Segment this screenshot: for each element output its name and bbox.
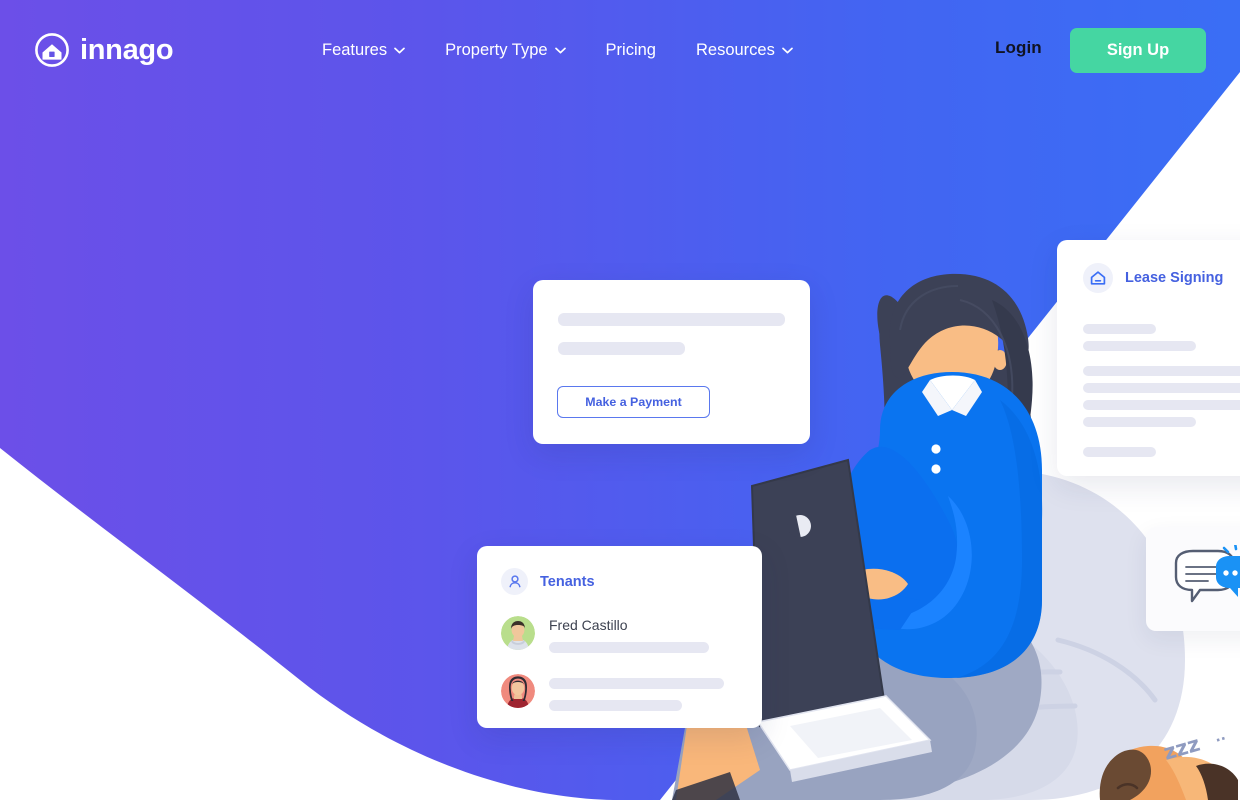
chevron-down-icon xyxy=(782,47,793,53)
table-row[interactable] xyxy=(501,674,724,711)
table-row[interactable]: Fred Castillo xyxy=(501,616,709,653)
main-nav: Features Property Type Pricing Resources xyxy=(322,36,793,64)
person-icon xyxy=(501,568,528,595)
nav-item-pricing[interactable]: Pricing xyxy=(606,36,656,64)
placeholder-line xyxy=(1083,383,1240,393)
placeholder-line xyxy=(558,342,685,355)
placeholder-line xyxy=(549,678,724,689)
site-header: innago Features Property Type Pricing Re… xyxy=(0,0,1240,100)
svg-text:..: .. xyxy=(1213,728,1228,746)
login-link[interactable]: Login xyxy=(995,38,1042,58)
tenants-title: Tenants xyxy=(540,573,595,590)
nav-label-features: Features xyxy=(322,41,388,59)
lease-card-header: Lease Signing xyxy=(1083,263,1223,293)
logo[interactable]: innago xyxy=(34,32,174,68)
placeholder-line xyxy=(1083,447,1156,457)
nav-item-resources[interactable]: Resources xyxy=(696,36,793,64)
lease-signing-card: Lease Signing xyxy=(1057,240,1240,476)
tenant-name: Fred Castillo xyxy=(549,617,628,633)
make-a-payment-button[interactable]: Make a Payment xyxy=(557,386,710,418)
nav-label-pricing: Pricing xyxy=(605,41,656,59)
nav-item-features[interactable]: Features xyxy=(322,36,405,64)
tenants-card-header: Tenants xyxy=(501,568,595,595)
nav-label-property-type: Property Type xyxy=(445,41,548,59)
logo-text: innago xyxy=(80,33,174,66)
chevron-down-icon xyxy=(394,47,405,53)
placeholder-line xyxy=(1083,417,1196,427)
chevron-down-icon xyxy=(554,47,566,53)
sign-up-button[interactable]: Sign Up xyxy=(1070,28,1206,73)
placeholder-line xyxy=(1083,324,1156,334)
nav-item-property-type[interactable]: Property Type xyxy=(445,36,566,64)
messaging-card xyxy=(1146,527,1240,631)
placeholder-line xyxy=(549,700,682,711)
payment-card: Make a Payment xyxy=(533,280,810,444)
landing-page: zzz .. innago Features Property Type Pri… xyxy=(0,0,1240,800)
placeholder-line xyxy=(1083,341,1196,351)
placeholder-line xyxy=(558,313,785,326)
placeholder-line xyxy=(1083,400,1240,410)
tenants-card: Tenants Fred Castillo xyxy=(477,546,762,728)
placeholder-line xyxy=(549,642,709,653)
nav-label-resources: Resources xyxy=(695,41,775,59)
avatar xyxy=(501,616,535,650)
home-icon xyxy=(1083,263,1113,293)
house-in-circle-icon xyxy=(35,33,69,67)
avatar xyxy=(501,674,535,708)
chat-bubbles-icon xyxy=(1174,545,1240,603)
lease-title: Lease Signing xyxy=(1125,270,1224,286)
placeholder-line xyxy=(1083,366,1240,376)
